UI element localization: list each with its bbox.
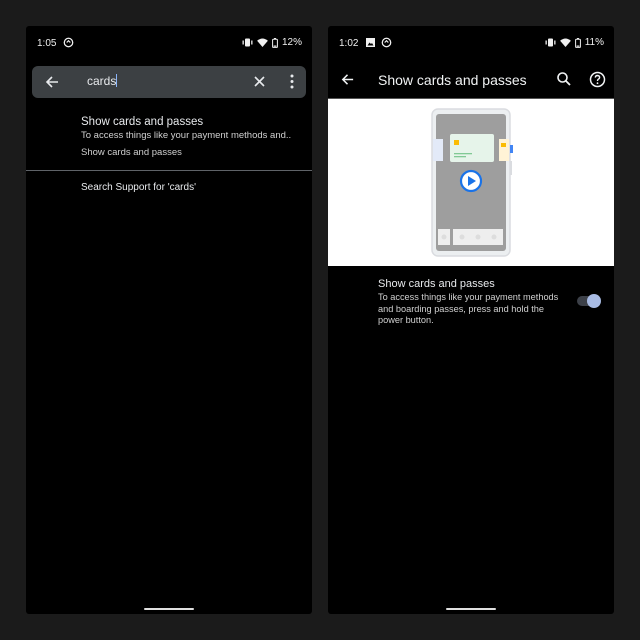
gesture-nav-bar[interactable] bbox=[446, 608, 496, 610]
search-input[interactable]: cards bbox=[87, 74, 118, 88]
search-result[interactable]: Show cards and passes To access things l… bbox=[81, 116, 306, 158]
wifi-icon bbox=[559, 38, 571, 47]
show-cards-toggle[interactable] bbox=[575, 294, 601, 308]
clear-icon[interactable] bbox=[253, 75, 266, 88]
left-screen: 1:05 12% cards Show cards and passes To … bbox=[26, 26, 312, 614]
search-support-link[interactable]: Search Support for 'cards' bbox=[81, 182, 196, 193]
setting-show-cards[interactable]: Show cards and passes To access things l… bbox=[378, 278, 604, 327]
page-title: Show cards and passes bbox=[378, 72, 527, 88]
status-bar: 1:05 12% bbox=[26, 26, 312, 60]
status-time: 1:05 bbox=[37, 38, 57, 49]
battery-level: 12% bbox=[281, 37, 302, 48]
battery-icon bbox=[272, 37, 278, 48]
battery-icon bbox=[574, 37, 581, 48]
image-icon bbox=[366, 38, 375, 47]
result-description: To access things like your payment metho… bbox=[81, 130, 292, 141]
back-arrow-icon[interactable] bbox=[340, 72, 355, 87]
back-arrow-icon[interactable] bbox=[44, 74, 60, 90]
result-path: Show cards and passes bbox=[81, 147, 182, 158]
search-bar[interactable]: cards bbox=[32, 66, 306, 98]
divider bbox=[26, 170, 312, 171]
status-bar: 1:02 11% bbox=[328, 26, 614, 60]
battery-level: 11% bbox=[584, 37, 604, 48]
setting-description: To access things like your payment metho… bbox=[378, 292, 559, 325]
wifi-icon bbox=[257, 38, 268, 47]
vibrate-icon bbox=[242, 38, 253, 47]
search-icon[interactable] bbox=[556, 71, 572, 87]
text-cursor bbox=[116, 74, 118, 87]
help-icon[interactable] bbox=[589, 71, 606, 88]
app-bar: Show cards and passes bbox=[328, 62, 614, 98]
vibrate-icon bbox=[545, 38, 556, 47]
gesture-nav-bar[interactable] bbox=[144, 608, 194, 610]
sync-icon bbox=[381, 37, 392, 48]
right-screen: 1:02 11% Show cards and passes Show card… bbox=[328, 26, 614, 614]
status-time: 1:02 bbox=[339, 38, 359, 49]
illustration bbox=[328, 98, 614, 266]
result-title: Show cards and passes bbox=[81, 116, 204, 128]
setting-title: Show cards and passes bbox=[378, 278, 495, 290]
phone-illustration bbox=[431, 108, 513, 257]
toggle-thumb bbox=[587, 294, 601, 308]
more-vert-icon[interactable] bbox=[290, 74, 294, 89]
sync-icon bbox=[63, 37, 74, 48]
